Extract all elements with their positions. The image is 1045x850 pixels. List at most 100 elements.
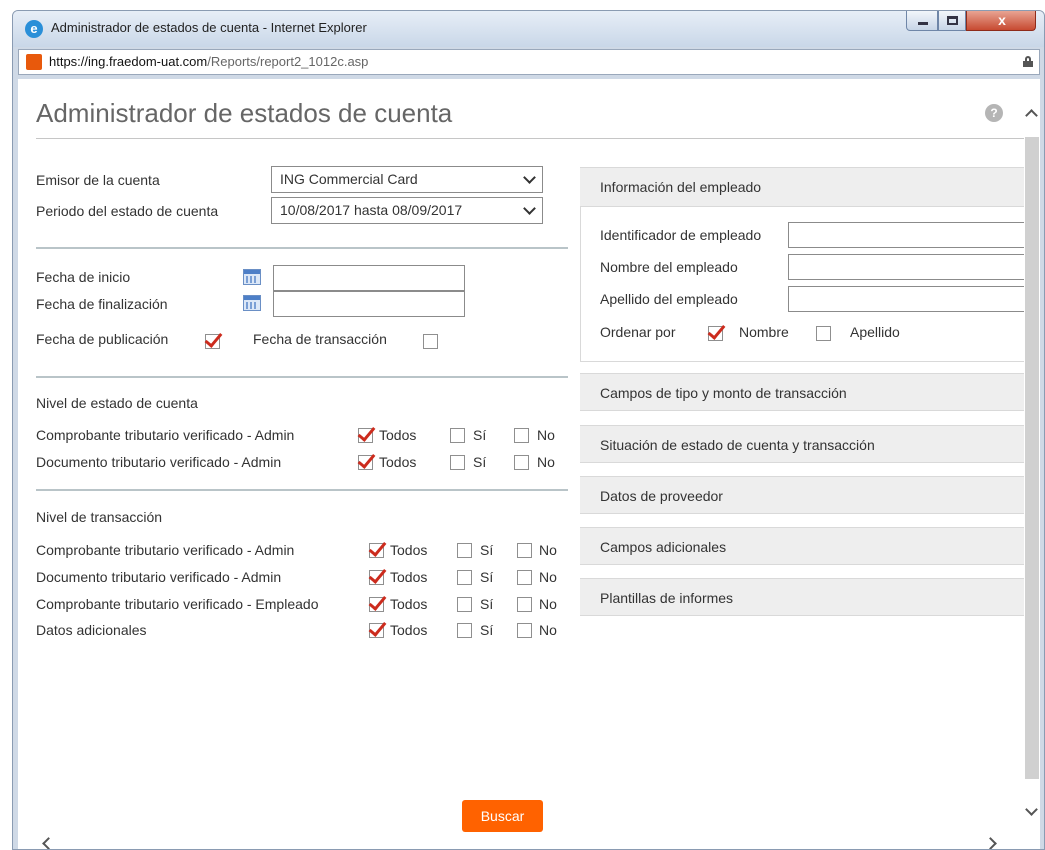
todos-label: Todos	[390, 622, 428, 638]
transaction-row-label: Datos adicionales	[36, 622, 147, 638]
si-label: Sí	[473, 454, 487, 470]
statement-row-si-checkbox[interactable]	[450, 455, 465, 470]
start-date-input[interactable]	[273, 265, 465, 291]
employee-last-name-input[interactable]	[788, 286, 1040, 312]
issuer-label: Emisor de la cuenta	[36, 172, 160, 188]
section-title: Información del empleado	[600, 179, 762, 195]
todos-label: Todos	[379, 454, 417, 470]
transaction-date-label: Fecha de transacción	[253, 331, 387, 347]
chevron-down-icon	[523, 202, 536, 215]
no-label: No	[539, 622, 557, 638]
section-title: Campos de tipo y monto de transacción	[600, 385, 847, 401]
scroll-left-icon[interactable]	[42, 837, 55, 849]
si-label: Sí	[480, 596, 494, 612]
scrollbar-thumb[interactable]	[1025, 137, 1039, 779]
end-date-input[interactable]	[273, 291, 465, 317]
statement-row-label: Documento tributario verificado - Admin	[36, 454, 282, 470]
minimize-icon	[918, 22, 928, 25]
period-select[interactable]: 10/08/2017 hasta 08/09/2017	[271, 197, 543, 224]
url-path: /Reports/report2_1012c.asp	[207, 54, 369, 69]
employee-first-name-label: Nombre del empleado	[600, 259, 738, 275]
section-title: Situación de estado de cuenta y transacc…	[600, 437, 875, 453]
transaction-row-si-checkbox[interactable]	[457, 623, 472, 638]
transaction-row-si-checkbox[interactable]	[457, 543, 472, 558]
section-header-statement-status[interactable]: Situación de estado de cuenta y transacc…	[580, 425, 1040, 463]
transaction-date-checkbox[interactable]	[423, 334, 438, 349]
lock-icon[interactable]	[1023, 56, 1033, 67]
divider	[36, 489, 568, 491]
section-header-additional-fields[interactable]: Campos adicionales	[580, 527, 1040, 565]
title-divider	[36, 138, 1026, 139]
employee-first-name-input[interactable]	[788, 254, 1040, 280]
transaction-row-label: Comprobante tributario verificado - Admi…	[36, 542, 295, 558]
window-title: Administrador de estados de cuenta - Int…	[51, 20, 367, 35]
title-bar: e Administrador de estados de cuenta - I…	[13, 11, 1044, 47]
search-button[interactable]: Buscar	[462, 800, 543, 832]
employee-section-header[interactable]: Información del empleado	[580, 167, 1040, 207]
close-icon: x	[998, 12, 1006, 28]
url-text[interactable]: https://ing.fraedom-uat.com/Reports/repo…	[49, 54, 368, 69]
end-date-label: Fecha de finalización	[36, 296, 168, 312]
section-title: Plantillas de informes	[600, 590, 734, 606]
period-value: 10/08/2017 hasta 08/09/2017	[280, 202, 463, 218]
employee-id-label: Identificador de empleado	[600, 227, 762, 243]
close-button[interactable]: x	[966, 11, 1036, 31]
statement-row-no-checkbox[interactable]	[514, 428, 529, 443]
issuer-select[interactable]: ING Commercial Card	[271, 166, 543, 193]
si-label: Sí	[480, 542, 494, 558]
sort-last-name-label: Apellido	[850, 324, 900, 340]
issuer-value: ING Commercial Card	[280, 171, 418, 187]
si-label: Sí	[480, 622, 494, 638]
publication-date-checkbox[interactable]	[205, 334, 220, 349]
horizontal-scrollbar[interactable]	[18, 834, 1040, 849]
divider	[36, 376, 568, 378]
statement-row-si-checkbox[interactable]	[450, 428, 465, 443]
page-title: Administrador de estados de cuenta	[36, 98, 453, 128]
address-bar[interactable]: https://ing.fraedom-uat.com/Reports/repo…	[18, 49, 1040, 75]
transaction-row-todos-checkbox[interactable]	[369, 623, 384, 638]
section-header-vendor-data[interactable]: Datos de proveedor	[580, 476, 1040, 514]
no-label: No	[539, 569, 557, 585]
transaction-row-todos-checkbox[interactable]	[369, 597, 384, 612]
transaction-row-todos-checkbox[interactable]	[369, 570, 384, 585]
statement-row-todos-checkbox[interactable]	[358, 455, 373, 470]
page-content: Administrador de estados de cuenta ? Emi…	[18, 79, 1040, 849]
transaction-row-no-checkbox[interactable]	[517, 623, 532, 638]
transaction-row-no-checkbox[interactable]	[517, 597, 532, 612]
employee-id-input[interactable]	[788, 222, 1040, 248]
minimize-button[interactable]	[906, 11, 938, 31]
transaction-row-label: Documento tributario verificado - Admin	[36, 569, 282, 585]
scroll-right-icon[interactable]	[984, 837, 997, 849]
period-label: Periodo del estado de cuenta	[36, 203, 219, 219]
maximize-button[interactable]	[938, 11, 966, 31]
todos-label: Todos	[390, 542, 428, 558]
transaction-row-todos-checkbox[interactable]	[369, 543, 384, 558]
statement-row-no-checkbox[interactable]	[514, 455, 529, 470]
sort-first-name-label: Nombre	[739, 324, 789, 340]
scroll-up-icon[interactable]	[1025, 109, 1038, 122]
transaction-level-title: Nivel de transacción	[36, 509, 163, 525]
sort-last-name-checkbox[interactable]	[816, 326, 831, 341]
calendar-icon[interactable]	[243, 269, 261, 285]
calendar-icon[interactable]	[243, 295, 261, 311]
no-label: No	[537, 454, 555, 470]
section-header-transaction-fields[interactable]: Campos de tipo y monto de transacción	[580, 373, 1040, 411]
section-title: Campos adicionales	[600, 539, 727, 555]
transaction-row-si-checkbox[interactable]	[457, 597, 472, 612]
maximize-icon	[947, 16, 958, 25]
browser-window: e Administrador de estados de cuenta - I…	[12, 10, 1045, 850]
statement-row-label: Comprobante tributario verificado - Admi…	[36, 427, 295, 443]
transaction-row-si-checkbox[interactable]	[457, 570, 472, 585]
publication-date-label: Fecha de publicación	[36, 331, 169, 347]
section-header-report-templates[interactable]: Plantillas de informes	[580, 578, 1040, 616]
statement-row-todos-checkbox[interactable]	[358, 428, 373, 443]
transaction-row-no-checkbox[interactable]	[517, 543, 532, 558]
sort-first-name-checkbox[interactable]	[708, 326, 723, 341]
internet-explorer-icon: e	[25, 20, 43, 38]
scroll-down-icon[interactable]	[1025, 803, 1038, 816]
chevron-down-icon	[523, 171, 536, 184]
vertical-scrollbar[interactable]	[1024, 99, 1040, 834]
transaction-row-no-checkbox[interactable]	[517, 570, 532, 585]
help-icon[interactable]: ?	[985, 104, 1003, 122]
todos-label: Todos	[390, 569, 428, 585]
